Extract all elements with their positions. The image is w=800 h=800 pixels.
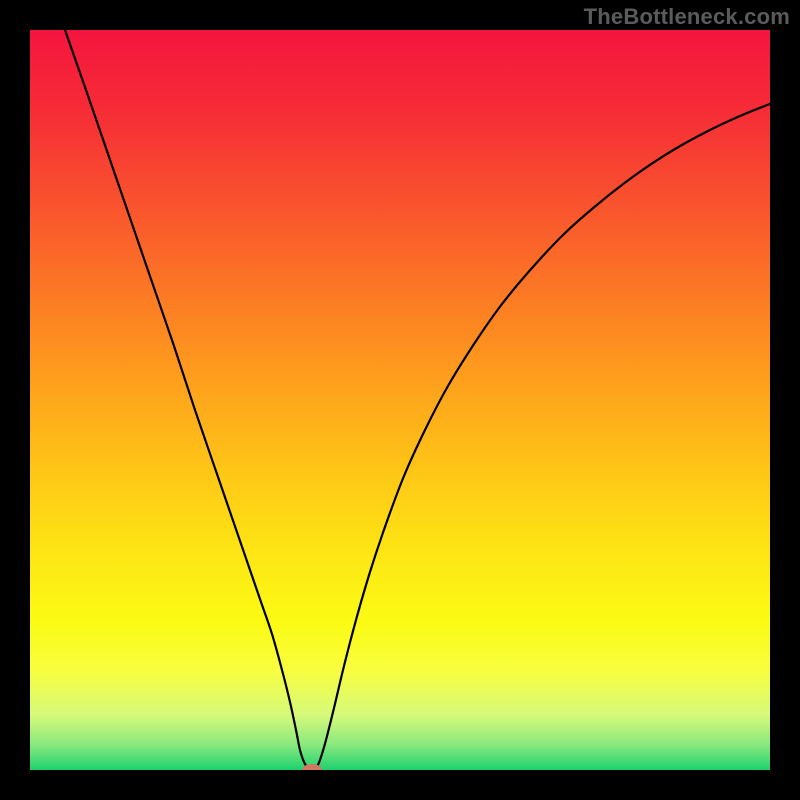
gradient-background bbox=[30, 30, 770, 770]
chart-frame: { "watermark": "TheBottleneck.com", "col… bbox=[0, 0, 800, 800]
bottleneck-chart bbox=[0, 0, 800, 800]
optimum-marker bbox=[302, 764, 322, 776]
watermark-text: TheBottleneck.com bbox=[584, 4, 790, 30]
